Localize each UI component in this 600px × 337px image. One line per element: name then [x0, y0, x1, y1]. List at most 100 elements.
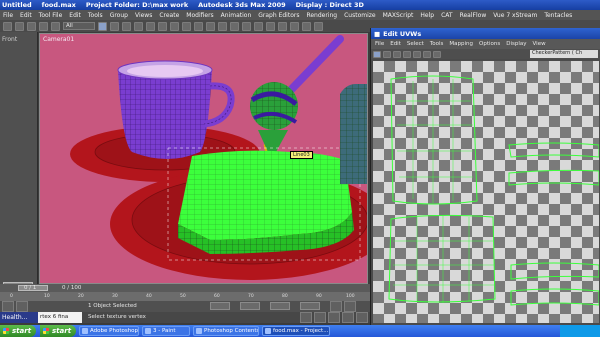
menu-create[interactable]: Create [159, 12, 179, 19]
redo-icon[interactable] [15, 21, 24, 31]
uvw-scale-icon[interactable] [393, 50, 401, 58]
uvw-menu-view[interactable]: View [533, 41, 546, 47]
uvw-menu-tools[interactable]: Tools [430, 41, 444, 47]
taskbar-item-photoshop-contents[interactable]: Photoshop Contents ... [193, 326, 259, 336]
angle-snap-icon[interactable] [218, 21, 227, 31]
menu-vue-xstream[interactable]: Vue 7 xStream [493, 12, 537, 19]
rectangle-selection-icon[interactable] [122, 21, 131, 31]
menu-graph-editors[interactable]: Graph Editors [258, 12, 299, 19]
next-frame-icon[interactable] [314, 312, 326, 323]
taskbar-item-3dsmax[interactable]: food.max - Project... [262, 326, 330, 336]
uvw-title-bar[interactable]: ■ Edit UVWs [371, 28, 600, 39]
menu-tentacles[interactable]: Tentacles [544, 12, 572, 19]
uvw-checker-canvas[interactable] [373, 61, 599, 323]
pan-icon[interactable] [342, 312, 354, 323]
coord-z-field[interactable] [270, 302, 290, 310]
align-icon[interactable] [254, 21, 263, 31]
prompt-bar: Health... rtex 6 fina Select texture ver… [0, 312, 370, 323]
time-slider-range: 0 / 100 [62, 285, 82, 291]
menu-cat[interactable]: CAT [441, 12, 453, 19]
time-slider[interactable]: 0 / 1 0 / 100 [0, 284, 370, 292]
tick-label: 0 [10, 294, 13, 299]
menu-rendering[interactable]: Rendering [306, 12, 337, 19]
menu-tool-file[interactable]: Tool File [39, 12, 63, 19]
selection-filter-combo[interactable]: All [63, 22, 95, 30]
auto-key-button[interactable] [330, 301, 342, 312]
camera-viewport[interactable]: Camera01 Line03 [39, 33, 368, 284]
play-icon[interactable] [300, 312, 312, 323]
scale-icon[interactable] [170, 21, 179, 31]
menu-realflow[interactable]: RealFlow [460, 12, 487, 19]
menu-group[interactable]: Group [110, 12, 128, 19]
taskbar-item-photoshop[interactable]: Adobe Photoshop CS... [79, 326, 139, 336]
link-icon[interactable] [27, 21, 36, 31]
menu-maxscript[interactable]: MAXScript [383, 12, 414, 19]
render-icon[interactable] [314, 21, 323, 31]
uvw-rotate-icon[interactable] [383, 50, 391, 58]
start-button-2[interactable]: start [40, 325, 76, 337]
uvw-freeform-icon[interactable] [403, 50, 411, 58]
uvw-move-icon[interactable] [373, 50, 381, 58]
undo-icon[interactable] [3, 21, 12, 31]
time-slider-label: 0 / 1 [24, 285, 37, 291]
health-button[interactable]: Health... [0, 312, 38, 323]
maxscript-listener[interactable]: rtex 6 fina [38, 312, 82, 323]
uvw-menu-file[interactable]: File [375, 41, 384, 47]
absolute-mode-icon[interactable] [16, 301, 28, 312]
title-item: Untitled [2, 1, 32, 9]
snap-toggle-icon[interactable] [206, 21, 215, 31]
coordinate-system-icon[interactable] [182, 21, 191, 31]
menu-edit[interactable]: Edit [20, 12, 32, 19]
grid-field[interactable] [300, 302, 320, 310]
zoom-extents-icon[interactable] [328, 312, 340, 323]
uvw-menu-select[interactable]: Select [407, 41, 424, 47]
pivot-center-icon[interactable] [194, 21, 203, 31]
uvw-window-icon: ■ [374, 29, 381, 38]
selection-count: 1 Object Selected [88, 303, 137, 309]
move-icon[interactable] [146, 21, 155, 31]
curve-editor-icon[interactable] [278, 21, 287, 31]
uvw-menu-display[interactable]: Display [506, 41, 526, 47]
lock-selection-icon[interactable] [2, 301, 14, 312]
select-by-name-icon[interactable] [110, 21, 119, 31]
window-crossing-icon[interactable] [134, 21, 143, 31]
percent-snap-icon[interactable] [230, 21, 239, 31]
mirror-icon[interactable] [242, 21, 251, 31]
uvw-menu-options[interactable]: Options [479, 41, 500, 47]
set-key-button[interactable] [344, 301, 356, 312]
uvw-show-map-icon[interactable] [423, 50, 431, 58]
start-button[interactable]: start [0, 325, 36, 337]
menu-file[interactable]: File [3, 12, 13, 19]
track-bar[interactable]: 0 10 20 30 40 50 60 70 80 90 100 [0, 292, 370, 301]
layer-manager-icon[interactable] [266, 21, 275, 31]
material-editor-icon[interactable] [290, 21, 299, 31]
uvw-menu-edit[interactable]: Edit [390, 41, 401, 47]
menu-animation[interactable]: Animation [221, 12, 252, 19]
menu-modifiers[interactable]: Modifiers [186, 12, 213, 19]
menu-views[interactable]: Views [135, 12, 152, 19]
uvw-mirror-icon[interactable] [413, 50, 421, 58]
texture-map-combo[interactable]: CheckerPattern ( Ch [530, 50, 598, 58]
menu-edit-2[interactable]: Edit [69, 12, 81, 19]
menu-tools[interactable]: Tools [88, 12, 103, 19]
coord-y-field[interactable] [240, 302, 260, 310]
uvw-toolbar: CheckerPattern ( Ch [371, 49, 600, 59]
uvw-coords-icon[interactable] [433, 50, 441, 58]
uvw-menu-mapping[interactable]: Mapping [449, 41, 473, 47]
coord-x-field[interactable] [210, 302, 230, 310]
viewport-label[interactable]: Camera01 [43, 36, 74, 43]
taskbar-item-paint[interactable]: 3 - Paint [142, 326, 190, 336]
tick-label: 70 [248, 294, 254, 299]
menu-help[interactable]: Help [420, 12, 434, 19]
left-viewport-label[interactable]: Front [2, 36, 17, 43]
scene-render [70, 35, 367, 280]
orbit-icon[interactable] [356, 312, 368, 323]
menu-customize[interactable]: Customize [344, 12, 376, 19]
rotate-icon[interactable] [158, 21, 167, 31]
render-setup-icon[interactable] [302, 21, 311, 31]
tick-label: 90 [316, 294, 322, 299]
unlink-icon[interactable] [39, 21, 48, 31]
bread-slab-mesh [167, 147, 361, 261]
bind-space-warp-icon[interactable] [51, 21, 60, 31]
select-object-icon[interactable] [98, 21, 107, 31]
